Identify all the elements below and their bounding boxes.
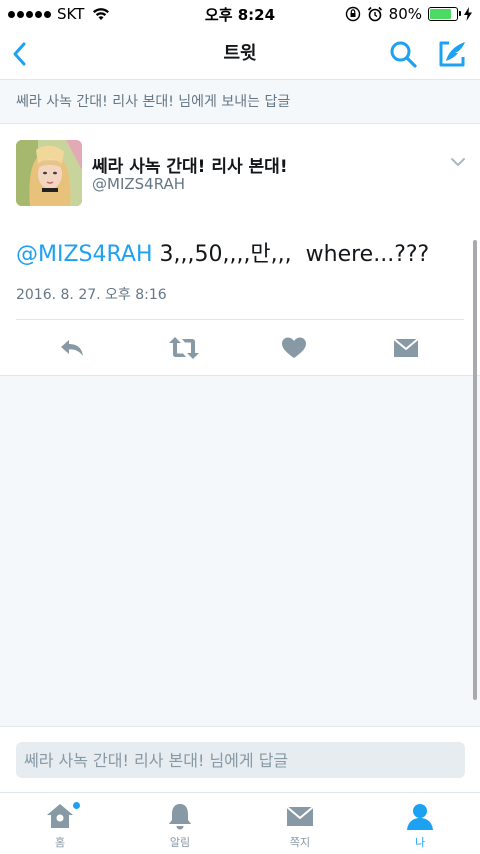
- tweet-body: 3,,,50,,,,만,,, where...???: [152, 242, 430, 267]
- scrollbar[interactable]: [473, 240, 477, 700]
- tab-me[interactable]: 나: [360, 793, 480, 854]
- tweet-text: @MIZS4RAH 3,,,50,,,,만,,, where...???: [16, 236, 429, 268]
- avatar[interactable]: [16, 140, 82, 206]
- notification-dot: [72, 801, 81, 810]
- compose-icon[interactable]: [436, 38, 468, 70]
- user-handle[interactable]: @MIZS4RAH: [92, 175, 185, 193]
- reply-input[interactable]: [16, 742, 465, 778]
- alarm-icon: [367, 6, 382, 22]
- tab-label-notifications: 알림: [169, 836, 191, 849]
- direct-message-icon[interactable]: [392, 334, 420, 362]
- tab-messages[interactable]: 쪽지: [240, 793, 360, 854]
- tab-label-home: 홈: [54, 836, 66, 849]
- tweet-detail: 쎄라 사녹 간대! 리사 본대! @MIZS4RAH @MIZS4RAH 3,,…: [0, 124, 480, 376]
- reply-composer: [0, 726, 480, 792]
- heart-icon[interactable]: [280, 334, 308, 362]
- tab-label-me: 나: [414, 836, 426, 849]
- battery-icon: [428, 7, 461, 21]
- reply-context-banner: 쎄라 사녹 간대! 리사 본대! 님에게 보내는 답글: [0, 80, 480, 124]
- envelope-icon: [286, 806, 314, 826]
- reply-icon[interactable]: [58, 334, 86, 362]
- avatar-photo: [16, 140, 82, 206]
- battery-percent: 80%: [388, 5, 422, 23]
- charging-icon: [464, 7, 472, 21]
- carrier-name: SKT: [57, 5, 85, 23]
- mention-link[interactable]: @MIZS4RAH: [16, 242, 153, 267]
- tab-bar: 홈 알림 쪽지 나: [0, 792, 480, 854]
- bell-icon: [169, 804, 191, 830]
- tweet-timestamp: 2016. 8. 27. 오후 8:16: [16, 287, 167, 303]
- person-icon: [407, 804, 433, 830]
- search-icon[interactable]: [388, 39, 418, 69]
- orientation-lock-icon: [345, 6, 360, 22]
- status-bar: SKT 오후 8:24 80%: [0, 0, 480, 28]
- home-icon: [47, 804, 73, 828]
- tab-home[interactable]: 홈: [0, 793, 120, 854]
- display-name[interactable]: 쎄라 사녹 간대! 리사 본대!: [92, 152, 288, 177]
- tab-label-messages: 쪽지: [289, 836, 311, 849]
- tab-notifications[interactable]: 알림: [120, 793, 240, 854]
- retweet-icon[interactable]: [168, 334, 200, 362]
- signal-strength-icon: [8, 10, 51, 18]
- tweet-actions: [0, 320, 480, 376]
- chevron-down-icon[interactable]: [450, 154, 466, 170]
- wifi-icon: [93, 8, 110, 20]
- navigation-bar: 트윗: [0, 28, 480, 80]
